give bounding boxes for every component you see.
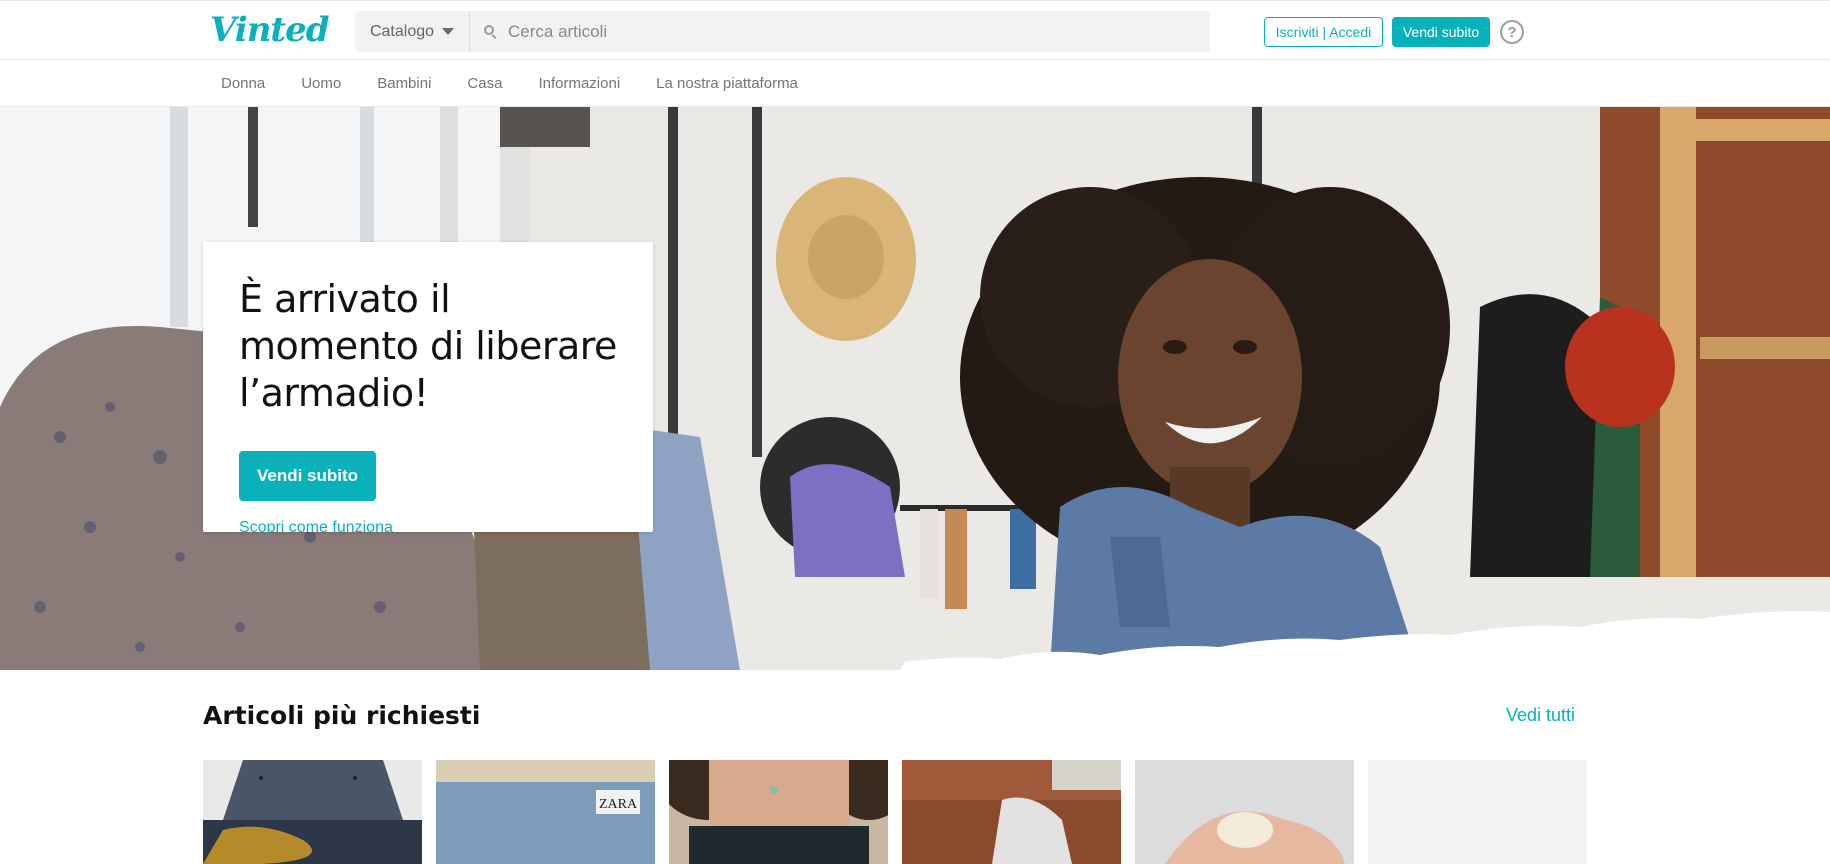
hero-banner: È arrivato il momento di liberare l’arma… xyxy=(0,107,1830,670)
hero-title: È arrivato il momento di liberare l’arma… xyxy=(239,277,617,415)
category-nav: Donna Uomo Bambini Casa Informazioni La … xyxy=(0,60,1830,107)
nav-item-casa[interactable]: Casa xyxy=(449,60,520,107)
item-photo xyxy=(1135,760,1354,864)
item-card[interactable] xyxy=(902,760,1121,864)
sell-now-button[interactable]: Vendi subito xyxy=(1392,17,1490,47)
nav-item-uomo[interactable]: Uomo xyxy=(283,60,359,107)
zara-label: ZARA xyxy=(599,797,638,812)
popular-items-row: ZARA xyxy=(203,760,1587,864)
search-bar: Catalogo xyxy=(355,11,1210,52)
hero-card: È arrivato il momento di liberare l’arma… xyxy=(203,242,653,536)
catalog-dropdown[interactable]: Catalogo xyxy=(355,11,470,52)
see-all-link[interactable]: Vedi tutti xyxy=(1506,705,1575,726)
signup-login-button[interactable]: Iscriviti | Accedi xyxy=(1264,17,1383,47)
hero-sell-button[interactable]: Vendi subito xyxy=(239,451,376,501)
item-photo xyxy=(669,760,888,864)
help-icon[interactable]: ? xyxy=(1500,20,1524,44)
top-bar: Vinted Catalogo Iscriviti | Accedi Vendi… xyxy=(0,0,1830,60)
how-it-works-link[interactable]: Scopri come funziona xyxy=(239,519,617,537)
nav-item-piattaforma[interactable]: La nostra piattaforma xyxy=(638,60,816,107)
item-card[interactable] xyxy=(203,760,422,864)
item-card[interactable] xyxy=(1135,760,1354,864)
item-photo xyxy=(902,760,1121,864)
item-placeholder xyxy=(1368,760,1587,864)
item-photo: ZARA xyxy=(436,760,655,864)
nav-item-bambini[interactable]: Bambini xyxy=(359,60,449,107)
nav-item-informazioni[interactable]: Informazioni xyxy=(520,60,638,107)
chevron-down-icon xyxy=(442,28,455,35)
item-card[interactable]: ZARA xyxy=(436,760,655,864)
item-photo xyxy=(203,760,422,864)
item-card[interactable] xyxy=(1368,760,1587,864)
search-icon xyxy=(484,24,498,39)
item-card[interactable] xyxy=(669,760,888,864)
vinted-logo[interactable]: Vinted xyxy=(210,10,330,50)
popular-items-title: Articoli più richiesti xyxy=(203,701,481,730)
search-input[interactable] xyxy=(508,11,1210,52)
catalog-label: Catalogo xyxy=(369,22,435,40)
nav-item-donna[interactable]: Donna xyxy=(203,60,283,107)
